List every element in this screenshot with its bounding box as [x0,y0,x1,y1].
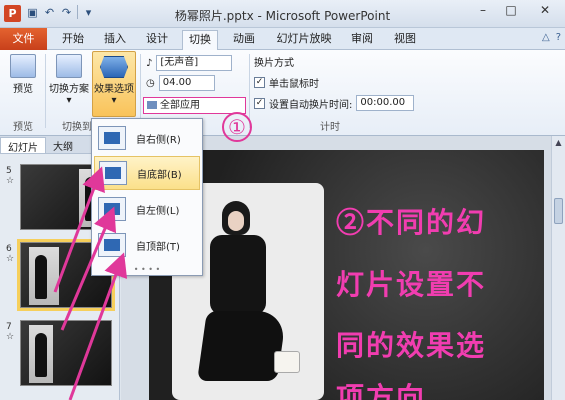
slide-text-line-4: 项方向 [336,381,427,400]
save-icon[interactable]: ▣ [26,6,39,19]
annotation-circle-one: ① [222,112,252,142]
timing-group-label: 计时 [320,122,340,133]
tab-design[interactable]: 设计 [141,30,173,50]
star-icon: ☆ [6,176,15,186]
duration-row: ◷ 04.00 [146,75,215,91]
sound-select[interactable]: [无声音] [156,55,233,71]
menu-item-from-left[interactable]: 自左侧(L) [94,192,200,226]
slide-text-line-1: ②不同的幻 [336,206,487,239]
clock-icon: ◷ [146,77,155,89]
scroll-thumb[interactable] [554,198,563,224]
apply-all-button[interactable]: 全部应用 [143,97,246,114]
switch-mode-label: 换片方式 [254,58,294,69]
ribbon-tabs: 文件 开始 插入 设计 切换 动画 幻灯片放映 审阅 视图 △ ? [0,28,565,50]
star-icon: ☆ [6,332,15,342]
thumbnail-photo [29,247,59,305]
chevron-down-icon: ▾ [66,95,72,106]
powerpoint-logo-icon: P [4,5,21,22]
apply-all-icon [147,101,157,109]
tab-slideshow[interactable]: 幻灯片放映 [272,30,336,50]
tab-outline[interactable]: 大纲 [46,137,80,153]
minimize-ribbon-icon[interactable]: △ [542,32,550,43]
qat-separator [77,5,78,19]
handbag [274,351,300,373]
auto-advance-checkbox[interactable]: ✓ [254,97,265,109]
group-divider [140,54,141,128]
help-icon[interactable]: ? [556,32,561,43]
undo-icon[interactable]: ↶ [43,6,56,19]
menu-item-label: 自右侧(R) [136,134,181,146]
sound-icon: ♪ [146,57,153,69]
group-divider [45,54,46,128]
slide-number: 7 [6,322,12,332]
maximize-button[interactable]: □ [497,0,525,20]
from-right-icon [98,126,126,150]
preview-group-label: 预览 [13,122,33,133]
menu-item-from-bottom[interactable]: 自底部(B) [94,156,200,190]
effect-options-label: 效果选项 [94,84,134,95]
slide-text-line-3: 同的效果选 [336,329,487,362]
preview-label: 预览 [13,84,33,95]
auto-advance-label: 设置自动换片时间: [269,99,353,111]
thumbnail-figure [35,333,47,377]
window-controls: – □ ✕ [469,0,565,22]
sound-row: ♪ [无声音] [146,55,233,71]
preview-button[interactable]: 预览 [6,52,40,95]
menu-item-label: 自左侧(L) [136,205,180,217]
tab-slides[interactable]: 幻灯片 [0,137,46,154]
duration-input[interactable]: 04.00 [158,75,215,91]
slide-text-line-2: 灯片设置不 [336,268,487,301]
group-divider [249,54,250,128]
close-button[interactable]: ✕ [525,0,565,20]
from-bottom-icon [99,161,127,185]
auto-advance-input[interactable]: 00:00.00 [356,95,415,111]
effect-options-button[interactable]: 效果选项 ▾ [92,51,136,117]
slide-number: 6 [6,244,12,254]
star-icon: ☆ [6,254,15,264]
chevron-down-icon: ▾ [111,95,117,106]
person-figure [197,201,287,381]
tab-home[interactable]: 开始 [57,30,89,50]
customize-qat-icon[interactable]: ▾ [82,6,95,19]
effect-options-icon [100,56,128,78]
tab-transitions[interactable]: 切换 [182,30,218,50]
tab-animations[interactable]: 动画 [228,30,260,50]
quick-access-toolbar: ▣ ↶ ↷ ▾ [26,5,95,19]
redo-icon[interactable]: ↷ [60,6,73,19]
preview-icon [10,54,36,78]
menu-item-label: 自底部(B) [137,169,182,181]
slide-thumbnail-7[interactable] [20,320,112,386]
transition-scheme-icon [56,54,82,78]
tab-review[interactable]: 审阅 [346,30,378,50]
tab-file[interactable]: 文件 [0,28,47,50]
transition-scheme-label: 切换方案 [49,84,89,95]
menu-resize-grip[interactable]: • • • • [92,265,202,274]
menu-item-from-top[interactable]: 自顶部(T) [94,228,200,262]
face [228,211,244,231]
from-left-icon [98,197,126,221]
transition-scheme-button[interactable]: 切换方案 ▾ [48,52,90,106]
ribbon-controls: △ ? [542,32,561,43]
on-click-row: ✓ 单击鼠标时 [254,75,319,90]
menu-item-from-right[interactable]: 自右侧(R) [94,121,200,155]
effect-options-menu: 自右侧(R) 自底部(B) 自左侧(L) 自顶部(T) • • • • [91,118,203,276]
apply-all-label: 全部应用 [160,100,200,111]
jacket [210,235,266,315]
on-click-checkbox[interactable]: ✓ [254,77,265,88]
auto-advance-row: ✓ 设置自动换片时间: 00:00.00 [254,95,415,111]
vertical-scrollbar[interactable]: ▲ [551,136,565,400]
thumbnail-figure [35,255,47,299]
slide-number: 5 [6,166,12,176]
from-top-icon [98,233,126,257]
menu-item-label: 自顶部(T) [136,241,180,253]
thumbnail-photo [29,325,53,383]
on-click-label: 单击鼠标时 [269,79,319,90]
tab-view[interactable]: 视图 [389,30,421,50]
tab-insert[interactable]: 插入 [99,30,131,50]
switch-mode-heading: 换片方式 [254,54,294,69]
minimize-button[interactable]: – [469,0,497,20]
title-bar: P ▣ ↶ ↷ ▾ 杨幂照片.pptx - Microsoft PowerPoi… [0,0,565,28]
ribbon-body: 预览 预览 切换方案 ▾ 效果选项 ▾ 切换到此 ♪ [无声音] ◷ 04.00… [0,50,565,136]
scroll-up-icon[interactable]: ▲ [552,138,565,150]
